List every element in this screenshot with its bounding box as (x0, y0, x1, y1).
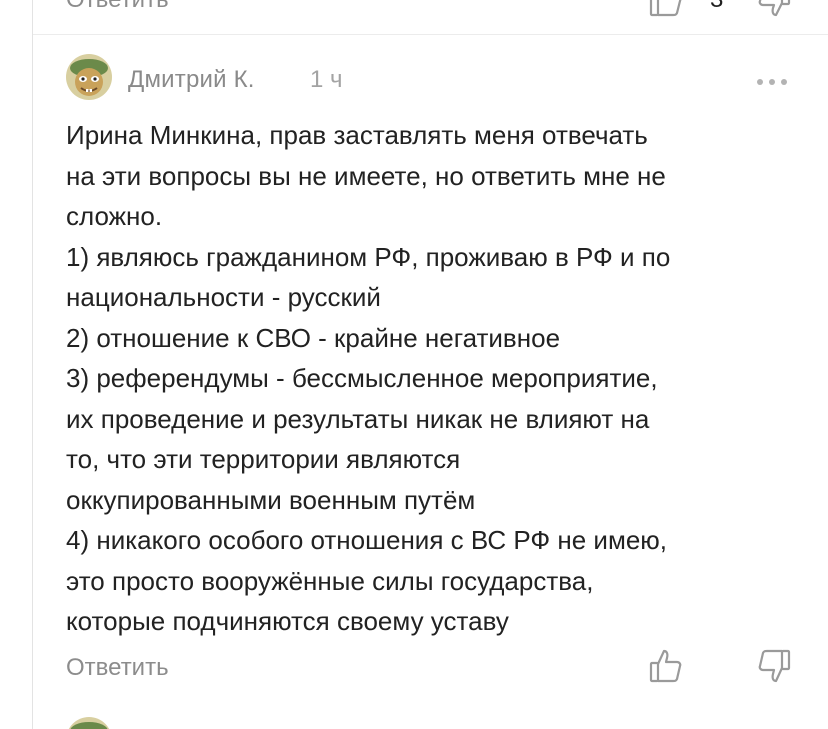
comment-line: оккупированными военным путём (66, 484, 476, 515)
avatar[interactable] (66, 717, 112, 729)
comment-actions: Ответить (0, 646, 828, 690)
avatar[interactable] (66, 54, 112, 100)
thumb-up-icon[interactable] (648, 648, 684, 684)
thumb-down-icon[interactable] (756, 648, 792, 684)
comment-line: 4) никакого особого отношения с ВС РФ не… (66, 525, 667, 555)
comment-line: 3) референдумы - бессмысленное мероприят… (66, 363, 658, 393)
comment-line: 2) отношение к СВО - крайне негативное (66, 322, 561, 353)
like-count: 3 (710, 0, 723, 14)
comment-time: 1 ч (310, 66, 343, 93)
comment-separator (33, 34, 828, 35)
more-dots-icon[interactable] (757, 78, 787, 86)
comment-line: которые подчиняются своему уставу (66, 606, 509, 636)
comment-line: то, что эти территории являются (66, 444, 461, 474)
previous-comment-actions: Ответить 3 (0, 0, 828, 18)
comment-line: на эти вопросы вы не имеете, но ответить… (66, 160, 666, 191)
reply-button[interactable]: Ответить (66, 0, 169, 14)
comment-line: 1) являюсь гражданином РФ, проживаю в РФ… (66, 241, 671, 272)
comment-line: сложно. (66, 201, 163, 231)
thread-line (32, 0, 33, 729)
comment-text: Ирина Минкина, прав заставлять меня отве… (66, 115, 806, 642)
comment-line: их проведение и результаты никак не влия… (66, 403, 650, 434)
dot (769, 79, 775, 85)
thumb-down-icon[interactable] (756, 0, 792, 18)
thumb-up-icon[interactable] (648, 0, 684, 18)
reply-button[interactable]: Ответить (66, 654, 169, 682)
comment-header: Дмитрий К. 1 ч (0, 52, 828, 108)
dot (757, 79, 763, 85)
comment-line: национальности - русский (66, 282, 381, 312)
dot (781, 79, 787, 85)
comment-line: Ирина Минкина, прав заставлять меня отве… (66, 120, 648, 150)
comment-author[interactable]: Дмитрий К. (128, 66, 255, 94)
comment-line: это просто вооружённые силы государства, (66, 565, 594, 596)
